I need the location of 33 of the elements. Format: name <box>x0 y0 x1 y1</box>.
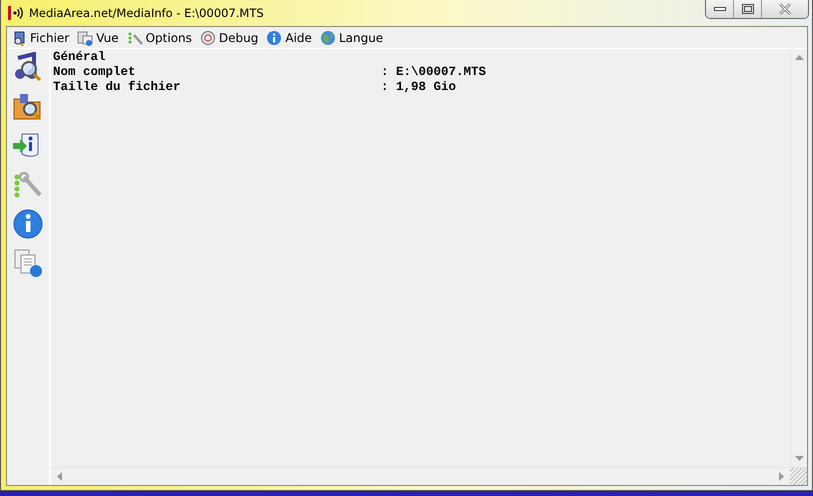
field-value: : 1,98 Gio <box>381 80 456 95</box>
menu-item[interactable]: Aide <box>264 28 314 48</box>
documents-globe-icon <box>12 246 44 278</box>
menu-item[interactable]: Vue <box>75 28 121 48</box>
info-icon <box>12 208 44 240</box>
app-icon <box>8 5 24 21</box>
menu-item[interactable]: Fichier <box>9 28 72 48</box>
menu-item[interactable]: Options <box>124 28 194 48</box>
globe-icon <box>320 30 336 46</box>
minimize-icon <box>714 6 726 12</box>
menu-item[interactable]: Langue <box>318 28 386 48</box>
wrench-icon <box>126 30 143 46</box>
field-label: Nom complet <box>53 65 137 80</box>
maximize-icon <box>742 4 754 14</box>
window-title: MediaArea.net/MediaInfo - E:\00007.MTS <box>29 6 264 20</box>
scroll-down-icon[interactable] <box>794 456 804 461</box>
field-value: : E:\00007.MTS <box>381 65 486 80</box>
scroll-right-icon[interactable] <box>779 472 784 481</box>
windows-icon <box>77 30 94 46</box>
close-button[interactable] <box>762 0 808 18</box>
toolbar-button[interactable] <box>11 207 45 240</box>
scroll-up-icon[interactable] <box>794 55 804 60</box>
maximize-button[interactable] <box>734 0 762 18</box>
vertical-scrollbar[interactable] <box>790 49 807 467</box>
field-label: Taille du fichier <box>53 80 182 95</box>
resize-grip[interactable] <box>790 468 807 485</box>
close-icon <box>778 3 792 15</box>
info-icon <box>266 30 282 46</box>
minimize-button[interactable] <box>706 0 734 18</box>
media-info-icon <box>12 52 44 84</box>
scroll-left-icon[interactable] <box>57 472 62 481</box>
section-title: Général <box>53 50 107 65</box>
menu-item[interactable]: Debug <box>198 28 260 48</box>
